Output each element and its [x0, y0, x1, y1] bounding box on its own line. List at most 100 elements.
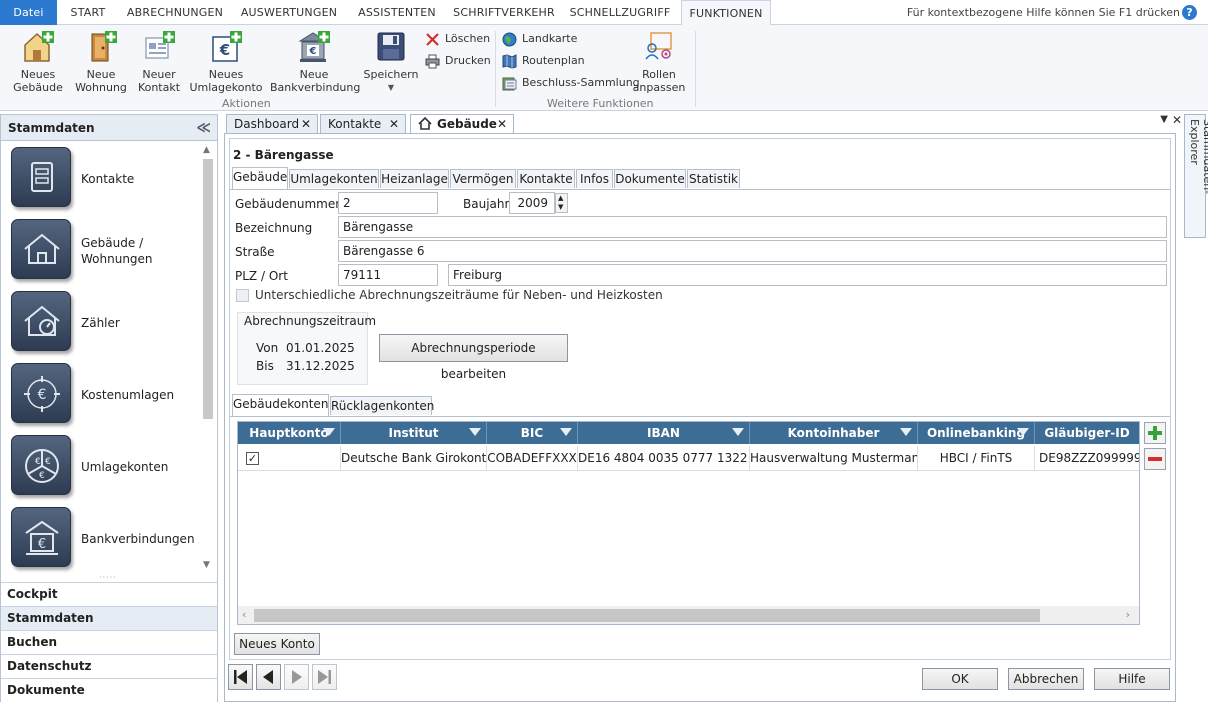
nav-item-allocation-accounts[interactable]: € € € Umlagekonten — [11, 435, 201, 499]
tab-infos[interactable]: Infos — [576, 169, 613, 188]
collapse-panel-icon[interactable]: ≪ — [196, 115, 211, 141]
tab-assistenten[interactable]: ASSISTENTEN — [350, 0, 444, 25]
bic-cell[interactable]: COBADEFFXXX — [487, 446, 578, 470]
column-header-bic[interactable]: BIC — [487, 422, 578, 444]
new-bank-connection-button[interactable]: € Neue Bankverbindung — [270, 29, 360, 94]
kontoinhaber-cell[interactable]: Hausverwaltung Mustermann — [750, 446, 918, 470]
column-header-glaeubiger-id[interactable]: Gläubiger-ID — [1035, 422, 1139, 444]
left-panel-scrollbar[interactable]: ▲ ▼ — [201, 145, 215, 570]
stammdaten-explorer-tab[interactable]: Stammdaten-Explorer — [1184, 114, 1208, 238]
hauptkonto-cell[interactable]: ✓ — [238, 446, 341, 470]
main-account-checkbox[interactable]: ✓ — [246, 452, 259, 465]
close-icon[interactable]: ✕ — [497, 115, 507, 133]
institut-cell[interactable]: Deutsche Bank Girokonto — [341, 446, 487, 470]
doc-tab-kontakte[interactable]: Kontakte ✕ — [320, 114, 406, 133]
resolution-collection-button[interactable]: Beschluss-Sammlung — [502, 74, 640, 92]
new-allocation-account-button[interactable]: € Neues Umlagekonto — [189, 29, 263, 94]
different-periods-checkbox[interactable] — [236, 289, 249, 302]
scroll-down-icon[interactable]: ▼ — [203, 560, 210, 570]
nav-item-bank-connections[interactable]: € Bankverbindungen — [11, 507, 201, 571]
column-header-hauptkonto[interactable]: Hauptkonto — [238, 422, 341, 444]
new-building-button[interactable]: Neues Gebäude — [10, 29, 66, 94]
year-built-spinner[interactable]: ▲ ▼ — [555, 193, 568, 213]
section-buchen[interactable]: Buchen — [1, 630, 217, 654]
designation-field[interactable]: Bärengasse — [338, 216, 1167, 238]
edit-billing-period-button[interactable]: Abrechnungsperiode bearbeiten — [379, 334, 568, 381]
onlinebanking-cell[interactable]: HBCI / FinTS — [918, 446, 1035, 470]
tab-gebaeudekonten[interactable]: Gebäudekonten — [232, 394, 329, 416]
nav-item-meters[interactable]: Zähler — [11, 291, 201, 355]
building-number-field[interactable]: 2 — [338, 192, 438, 214]
doc-tab-gebaeude[interactable]: Gebäude ✕ — [410, 114, 514, 134]
previous-record-button[interactable] — [256, 664, 281, 690]
new-apartment-button[interactable]: Neue Wohnung — [73, 29, 129, 94]
nav-item-contacts[interactable]: Kontakte — [11, 147, 201, 211]
section-stammdaten[interactable]: Stammdaten — [1, 606, 217, 630]
last-record-button[interactable] — [312, 664, 337, 690]
scroll-right-icon[interactable]: › — [1126, 608, 1130, 621]
tab-list-dropdown-icon[interactable]: ▼ — [1160, 114, 1168, 125]
filter-icon[interactable] — [1017, 428, 1029, 436]
glaeubiger-id-cell[interactable]: DE98ZZZ09999999 — [1035, 446, 1139, 470]
next-record-button[interactable] — [284, 664, 309, 690]
new-account-button[interactable]: Neues Konto — [234, 633, 320, 655]
help-button[interactable]: Hilfe — [1094, 668, 1170, 690]
column-header-onlinebanking[interactable]: Onlinebanking — [918, 422, 1035, 444]
delete-button[interactable]: Löschen — [425, 30, 490, 48]
customize-roles-button[interactable]: Rollen anpassen — [630, 29, 688, 94]
close-all-icon[interactable]: ✕ — [1172, 113, 1182, 127]
section-dokumente[interactable]: Dokumente — [1, 678, 217, 702]
tab-abrechnungen[interactable]: ABRECHNUNGEN — [120, 0, 230, 25]
table-horizontal-scrollbar[interactable]: ‹ › — [238, 606, 1139, 624]
ok-button[interactable]: OK — [922, 668, 998, 690]
new-contact-button[interactable]: Neuer Kontakt — [133, 29, 185, 94]
tab-ruecklagenkonten[interactable]: Rücklagenkonten — [330, 396, 434, 415]
tab-schriftverkehr[interactable]: SCHRIFTVERKEHR — [448, 0, 560, 25]
spin-down-icon[interactable]: ▼ — [558, 203, 563, 212]
filter-icon[interactable] — [560, 428, 572, 436]
tab-start[interactable]: START — [60, 0, 116, 25]
tab-gebaeude[interactable]: Gebäude — [232, 167, 288, 189]
first-record-button[interactable] — [228, 664, 253, 690]
save-dropdown-icon[interactable]: ▼ — [362, 81, 420, 94]
street-field[interactable]: Bärengasse 6 — [338, 240, 1167, 262]
tab-kontakte[interactable]: Kontakte — [517, 169, 575, 188]
filter-icon[interactable] — [732, 428, 744, 436]
doc-tab-dashboard[interactable]: Dashboard ✕ — [226, 114, 318, 133]
tab-statistik[interactable]: Statistik — [687, 169, 740, 188]
tab-umlagekonten[interactable]: Umlagekonten — [289, 169, 379, 188]
save-button[interactable]: Speichern ▼ — [362, 29, 420, 94]
nav-item-cost-allocations[interactable]: € Kostenumlagen — [11, 363, 201, 427]
filter-icon[interactable] — [469, 428, 481, 436]
zip-field[interactable]: 79111 — [338, 264, 438, 286]
remove-account-button[interactable] — [1144, 448, 1166, 470]
close-icon[interactable]: ✕ — [301, 115, 311, 133]
file-menu[interactable]: Datei — [0, 0, 57, 25]
city-field[interactable]: Freiburg — [448, 264, 1167, 286]
help-icon[interactable]: ? — [1182, 5, 1197, 20]
scrollbar-thumb[interactable] — [254, 609, 1040, 622]
route-planner-button[interactable]: Routenplan — [502, 52, 585, 70]
tab-auswertungen[interactable]: AUSWERTUNGEN — [234, 0, 344, 25]
scroll-left-icon[interactable]: ‹ — [242, 608, 246, 621]
column-header-kontoinhaber[interactable]: Kontoinhaber — [750, 422, 918, 444]
add-account-button[interactable] — [1144, 422, 1166, 444]
tab-dokumente[interactable]: Dokumente — [614, 169, 686, 188]
iban-cell[interactable]: DE16 4804 0035 0777 1322 00 — [578, 446, 750, 470]
filter-icon[interactable] — [900, 428, 912, 436]
section-datenschutz[interactable]: Datenschutz — [1, 654, 217, 678]
spin-up-icon[interactable]: ▲ — [558, 194, 563, 203]
tab-schnellzugriff[interactable]: SCHNELLZUGRIFF — [564, 0, 676, 25]
filter-icon[interactable] — [323, 428, 335, 436]
section-cockpit[interactable]: Cockpit — [1, 582, 217, 606]
tab-heizanlage[interactable]: Heizanlage — [380, 169, 449, 188]
year-built-field[interactable]: 2009 — [509, 192, 555, 214]
tab-funktionen[interactable]: FUNKTIONEN — [681, 0, 771, 26]
column-header-institut[interactable]: Institut — [341, 422, 487, 444]
scroll-up-icon[interactable]: ▲ — [203, 145, 210, 155]
map-button[interactable]: Landkarte — [502, 30, 577, 48]
close-icon[interactable]: ✕ — [389, 115, 399, 133]
cancel-button[interactable]: Abbrechen — [1008, 668, 1084, 690]
splitter-grip[interactable]: ····· — [99, 573, 117, 582]
scrollbar-thumb[interactable] — [203, 159, 213, 419]
